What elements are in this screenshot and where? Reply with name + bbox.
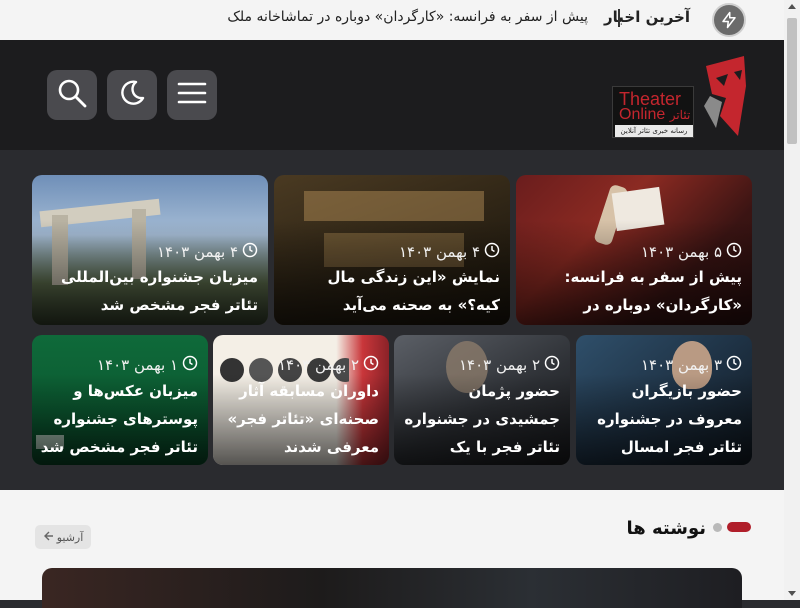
site-header: Theater Online تئاتر رسانه خبری تئاتر آن…	[0, 40, 784, 150]
theme-toggle-button[interactable]	[107, 70, 157, 120]
page-scrollbar[interactable]	[784, 0, 800, 600]
news-ticker: آخرین اخبار پیش از سفر به فرانسه: «کارگر…	[0, 0, 784, 40]
clock-icon	[363, 355, 379, 375]
card-date: ۱ بهمن ۱۴۰۳	[97, 355, 198, 375]
card-date: ۴ بهمن ۱۴۰۳	[399, 242, 500, 262]
card-date: ۲ بهمن ۱۴۰۳	[459, 355, 560, 375]
card-title[interactable]: میزبان عکس‌ها و پوسترهای جشنواره تئاتر ف…	[40, 377, 198, 461]
news-card[interactable]: ۴ بهمن ۱۴۰۳ میزبان جشنواره بین‌المللی تئ…	[32, 175, 268, 325]
post-card-image[interactable]	[42, 568, 742, 608]
clock-icon	[726, 355, 742, 375]
card-title[interactable]: حضور پژمان جمشیدی در جشنواره تئاتر فجر ب…	[402, 377, 560, 465]
arrow-left-icon	[43, 531, 53, 544]
scrollbar-thumb[interactable]	[787, 18, 797, 144]
menu-button[interactable]	[167, 70, 217, 120]
news-card[interactable]: ۱ بهمن ۱۴۰۳ میزبان عکس‌ها و پوسترهای جشن…	[32, 335, 208, 465]
search-icon	[56, 77, 88, 113]
card-title[interactable]: پیش از سفر به فرانسه: «کارگردان» دوباره …	[524, 263, 742, 325]
card-date: ۵ بهمن ۱۴۰۳	[641, 242, 742, 262]
archive-button[interactable]: آرشیو	[35, 525, 91, 549]
clock-icon	[726, 242, 742, 262]
card-title[interactable]: میزبان جشنواره بین‌المللی تئاتر فجر مشخص…	[40, 263, 258, 319]
card-title[interactable]: نمایش «این زندگی مال کیه؟» به صحنه می‌آی…	[282, 263, 500, 319]
moon-icon	[117, 78, 147, 112]
search-button[interactable]	[47, 70, 97, 120]
posts-section: نوشته ها آرشیو	[0, 490, 784, 608]
clock-icon	[182, 355, 198, 375]
clock-icon	[484, 242, 500, 262]
logo-wordmark: Theater Online تئاتر رسانه خبری تئاتر آن…	[612, 86, 694, 138]
card-title[interactable]: حضور بازیگران معروف در جشنواره تئاتر فجر…	[584, 377, 742, 461]
card-date: ۲ بهمن ۱۴۰۳	[278, 355, 379, 375]
logo-title-2: Online تئاتر	[619, 106, 691, 123]
clock-icon	[242, 242, 258, 262]
scroll-up-icon[interactable]	[788, 4, 796, 9]
scroll-down-icon[interactable]	[788, 591, 796, 596]
section-accent-dot	[713, 523, 722, 532]
news-card[interactable]: ۳ بهمن ۱۴۰۳ حضور بازیگران معروف در جشنوا…	[576, 335, 752, 465]
ticker-divider	[618, 9, 620, 27]
section-title: نوشته ها	[626, 518, 706, 539]
bolt-icon	[712, 3, 746, 37]
news-card[interactable]: ۵ بهمن ۱۴۰۳ پیش از سفر به فرانسه: «کارگر…	[516, 175, 752, 325]
news-card[interactable]: ۲ بهمن ۱۴۰۳ داوران مسابقه آثار صحنه‌ای «…	[213, 335, 389, 465]
menu-icon	[177, 80, 207, 110]
clock-icon	[544, 355, 560, 375]
news-card[interactable]: ۲ بهمن ۱۴۰۳ حضور پژمان جمشیدی در جشنواره…	[394, 335, 570, 465]
card-title[interactable]: داوران مسابقه آثار صحنه‌ای «تئاتر فجر» م…	[221, 377, 379, 461]
site-logo[interactable]: Theater Online تئاتر رسانه خبری تئاتر آن…	[610, 54, 750, 140]
section-accent-pill	[727, 522, 751, 532]
ticker-headline-link[interactable]: پیش از سفر به فرانسه: «کارگردان» دوباره …	[227, 9, 588, 25]
ticker-label: آخرین اخبار	[604, 8, 690, 26]
news-card[interactable]: ۴ بهمن ۱۴۰۳ نمایش «این زندگی مال کیه؟» ب…	[274, 175, 510, 325]
logo-tagline: رسانه خبری تئاتر آنلاین	[615, 125, 693, 137]
card-date: ۴ بهمن ۱۴۰۳	[157, 242, 258, 262]
card-date: ۳ بهمن ۱۴۰۳	[641, 355, 742, 375]
mask-logo-icon	[704, 56, 746, 136]
